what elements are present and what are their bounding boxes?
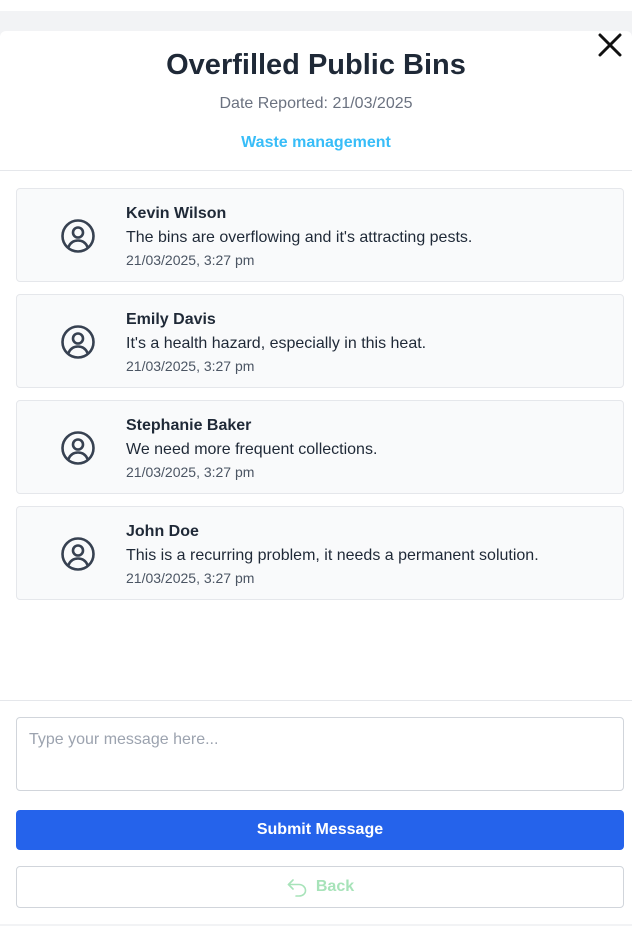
comment-timestamp: 21/03/2025, 3:27 pm — [126, 358, 255, 374]
comment-author: Emily Davis — [126, 311, 216, 328]
comment-card: Stephanie Baker We need more frequent co… — [16, 400, 624, 494]
comment-list: Kevin Wilson The bins are overflowing an… — [16, 188, 624, 612]
comment-author: John Doe — [126, 523, 199, 540]
user-circle-icon — [61, 537, 95, 571]
comment-timestamp: 21/03/2025, 3:27 pm — [126, 252, 255, 268]
message-input[interactable] — [16, 717, 624, 791]
page-title: Overfilled Public Bins — [166, 49, 466, 81]
comment-timestamp: 21/03/2025, 3:27 pm — [126, 464, 255, 480]
comment-text: The bins are overflowing and it's attrac… — [126, 229, 473, 246]
close-button[interactable] — [598, 33, 622, 57]
close-icon — [598, 33, 622, 57]
comment-card: John Doe This is a recurring problem, it… — [16, 506, 624, 600]
issue-modal: Overfilled Public Bins Date Reported: 21… — [0, 31, 632, 924]
comment-card: Emily Davis It's a health hazard, especi… — [16, 294, 624, 388]
date-reported: Date Reported: 21/03/2025 — [219, 95, 413, 112]
back-button[interactable]: Back — [16, 866, 624, 908]
comment-timestamp: 21/03/2025, 3:27 pm — [126, 570, 255, 586]
category-label: Waste management — [241, 134, 391, 151]
message-form: Submit Message Back — [0, 700, 632, 908]
comment-text: It's a health hazard, especially in this… — [126, 335, 427, 352]
user-circle-icon — [61, 431, 95, 465]
undo-arrow-icon — [287, 879, 307, 897]
comment-card: Kevin Wilson The bins are overflowing an… — [16, 188, 624, 282]
comment-text: This is a recurring problem, it needs a … — [126, 547, 539, 564]
comment-author: Kevin Wilson — [126, 205, 227, 222]
comment-text: We need more frequent collections. — [126, 441, 378, 458]
page-backdrop — [0, 0, 632, 11]
user-circle-icon — [61, 219, 95, 253]
modal-header: Overfilled Public Bins Date Reported: 21… — [0, 31, 632, 171]
user-circle-icon — [61, 325, 95, 359]
submit-message-button[interactable]: Submit Message — [16, 810, 624, 850]
back-label: Back — [315, 878, 355, 895]
comment-author: Stephanie Baker — [126, 417, 252, 434]
